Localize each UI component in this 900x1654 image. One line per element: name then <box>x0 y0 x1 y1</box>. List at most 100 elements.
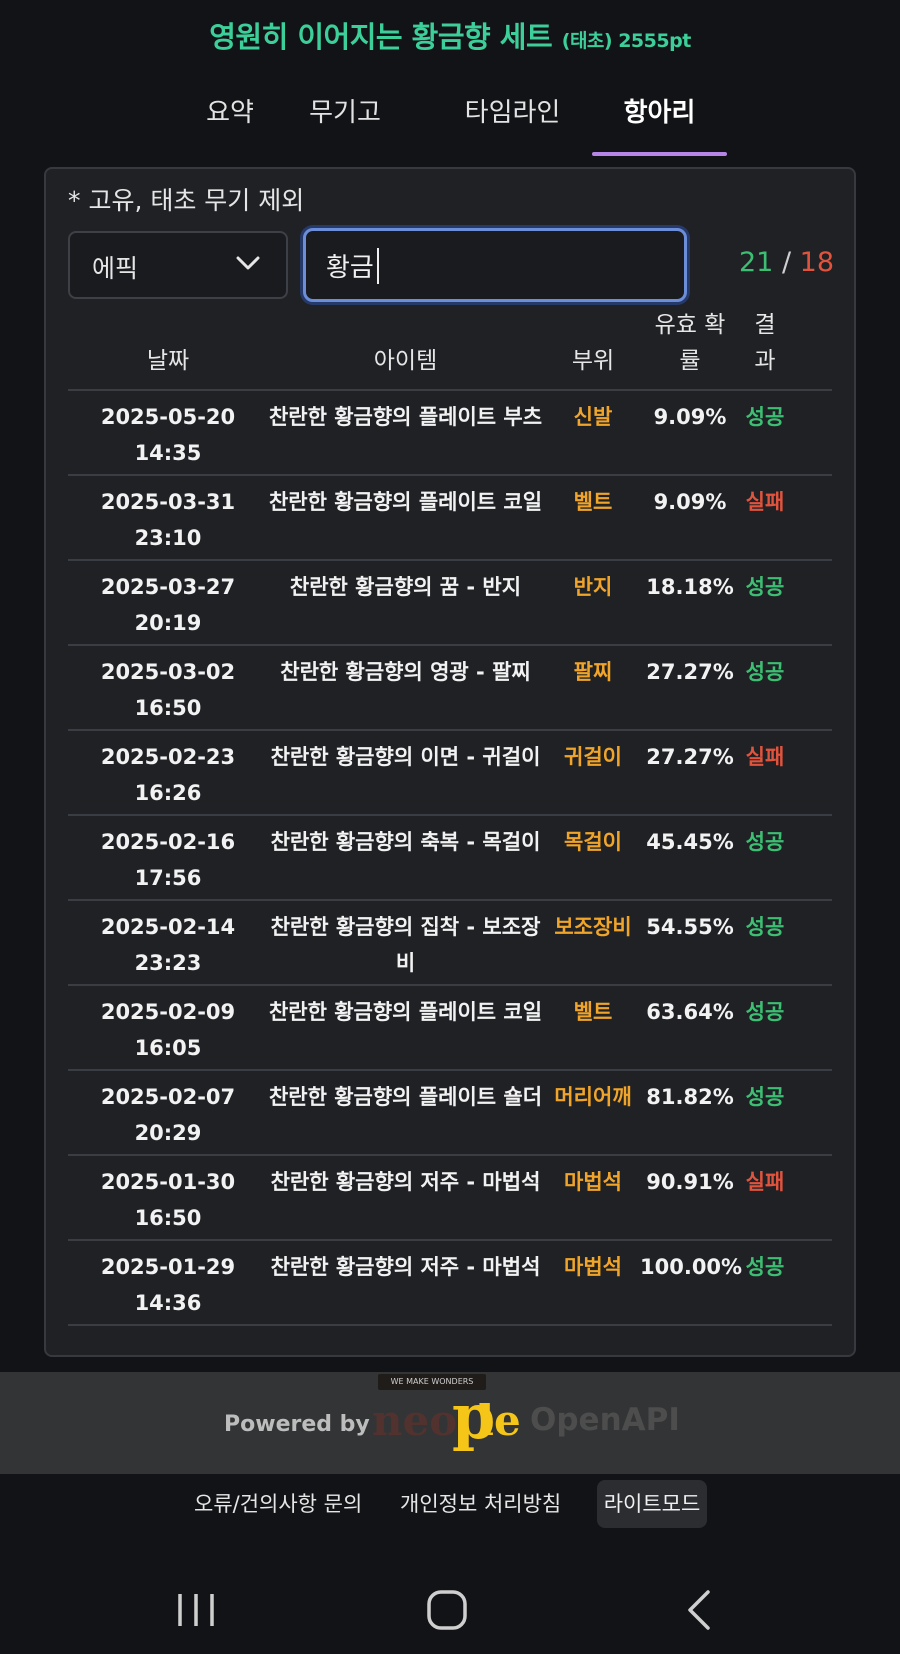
cell-date-day: 2025-03-02 <box>100 660 236 684</box>
cell-slot: 귀걸이 <box>564 745 622 769</box>
table-row: 2025-01-29 14:36 찬란한 황금향의 저주 - 마법석 마법석 100.0… <box>68 1241 832 1326</box>
cell-probability: 54.55% <box>646 915 734 939</box>
header-result-line2: 과 <box>754 348 776 374</box>
set-name: 영원히 이어지는 황금향 세트 <box>209 20 553 54</box>
cell-item: 찬란한 황금향의 영광 - 팔찌 <box>280 660 531 684</box>
cell-date-day: 2025-02-07 <box>100 1085 236 1109</box>
cell-result: 실패 <box>745 1170 785 1194</box>
cell-date: 2025-03-02 16:50 <box>68 654 268 726</box>
cell-slot: 벨트 <box>573 1000 613 1024</box>
cell-slot: 신발 <box>573 405 613 429</box>
table-row: 2025-02-14 23:23 찬란한 황금향의 집착 - 보조장비 보조장비 54.… <box>68 901 832 986</box>
search-field[interactable] <box>303 228 687 302</box>
search-input[interactable] <box>326 245 656 285</box>
cell-item: 찬란한 황금향의 축복 - 목걸이 <box>270 830 541 854</box>
cell-date-time: 23:10 <box>134 526 202 550</box>
cell-item: 찬란한 황금향의 집착 - 보조장비 <box>270 915 541 975</box>
cell-probability: 27.27% <box>646 660 734 684</box>
cell-date-time: 23:23 <box>134 951 202 975</box>
cell-slot: 보조장비 <box>554 915 632 939</box>
header-result-line1: 결 <box>754 312 776 338</box>
cell-date-time: 17:56 <box>134 866 202 890</box>
chevron-down-icon <box>236 256 260 270</box>
set-points: (태초) 2555pt <box>561 30 692 52</box>
header-result: 결 과 <box>740 307 790 379</box>
cell-date-day: 2025-03-31 <box>100 490 236 514</box>
cell-result: 성공 <box>745 405 785 429</box>
text-caret <box>377 248 379 284</box>
page-title: 영원히 이어지는 황금향 세트 (태초) 2555pt <box>0 14 900 56</box>
home-icon[interactable] <box>417 1580 477 1640</box>
neople-logo-neo: neo <box>372 1396 458 1445</box>
feedback-link[interactable]: 오류/건의사항 문의 <box>194 1488 362 1518</box>
cell-date-day: 2025-02-23 <box>100 745 236 769</box>
android-nav-bar <box>0 1560 900 1654</box>
cell-date-day: 2025-01-30 <box>100 1170 236 1194</box>
cell-slot: 마법석 <box>564 1255 622 1279</box>
count-separator: / <box>781 247 792 278</box>
cell-date-day: 2025-02-14 <box>100 915 236 939</box>
table-row: 2025-02-23 16:26 찬란한 황금향의 이면 - 귀걸이 귀걸이 27.27… <box>68 731 832 816</box>
tab-summary[interactable]: 요약 <box>180 86 280 156</box>
pot-panel: * 고유, 태초 무기 제외 에픽 21 / 18 날짜 아이템 부위 유효 확… <box>44 167 856 1357</box>
cell-result: 성공 <box>745 660 785 684</box>
recent-apps-icon[interactable] <box>166 1580 226 1640</box>
cell-result: 성공 <box>745 1000 785 1024</box>
tab-timeline[interactable]: 타임라인 <box>440 86 585 156</box>
header: 영원히 이어지는 황금향 세트 (태초) 2555pt <box>0 0 900 80</box>
table-row: 2025-01-30 16:50 찬란한 황금향의 저주 - 마법석 마법석 90.91… <box>68 1156 832 1241</box>
cell-probability: 27.27% <box>646 745 734 769</box>
cell-date: 2025-05-20 14:35 <box>68 399 268 471</box>
cell-date: 2025-01-30 16:50 <box>68 1164 268 1236</box>
tab-armory[interactable]: 무기고 <box>295 86 395 156</box>
table-body: 2025-05-20 14:35 찬란한 황금향의 플레이트 부츠 신발 9.09% 성공… <box>68 391 832 1326</box>
cell-probability: 9.09% <box>653 490 727 514</box>
cell-slot: 마법석 <box>564 1170 622 1194</box>
cell-probability: 100.00% <box>640 1255 743 1279</box>
cell-probability: 9.09% <box>653 405 727 429</box>
rarity-select[interactable]: 에픽 <box>68 231 288 299</box>
header-prob-line1: 유효 확 <box>654 312 726 338</box>
cell-date: 2025-02-09 16:05 <box>68 994 268 1066</box>
table-row: 2025-05-20 14:35 찬란한 황금향의 플레이트 부츠 신발 9.09% 성공 <box>68 391 832 476</box>
cell-slot: 팔찌 <box>573 660 613 684</box>
cell-date-time: 14:35 <box>134 441 202 465</box>
light-mode-button[interactable]: 라이트모드 <box>597 1480 707 1528</box>
cell-date: 2025-03-31 23:10 <box>68 484 268 556</box>
header-date: 날짜 <box>146 348 190 374</box>
cell-date-day: 2025-02-09 <box>100 1000 236 1024</box>
cell-date: 2025-02-23 16:26 <box>68 739 268 811</box>
openapi-logo-text: OpenAPI <box>530 1402 680 1438</box>
cell-probability: 81.82% <box>646 1085 734 1109</box>
cell-date-time: 16:50 <box>134 696 202 720</box>
footer-links: 오류/건의사항 문의 개인정보 처리방침 라이트모드 <box>0 1480 900 1530</box>
history-table: 날짜 아이템 부위 유효 확 률 결 과 2025-05-20 14:35 찬란한 … <box>68 307 832 1326</box>
fail-count: 18 <box>799 247 834 278</box>
cell-item: 찬란한 황금향의 플레이트 코일 <box>268 1000 543 1024</box>
powered-by-text: Powered by <box>224 1412 370 1437</box>
cell-slot: 벨트 <box>573 490 613 514</box>
cell-result: 성공 <box>745 830 785 854</box>
success-count: 21 <box>738 247 774 278</box>
cell-date-day: 2025-01-29 <box>100 1255 236 1279</box>
table-row: 2025-02-16 17:56 찬란한 황금향의 축복 - 목걸이 목걸이 45.45… <box>68 816 832 901</box>
cell-result: 실패 <box>745 745 785 769</box>
privacy-link[interactable]: 개인정보 처리방침 <box>400 1488 561 1518</box>
cell-date-time: 16:26 <box>134 781 202 805</box>
cell-date: 2025-02-07 20:29 <box>68 1079 268 1151</box>
tab-pot[interactable]: 항아리 <box>592 86 727 156</box>
back-icon[interactable] <box>670 1580 730 1640</box>
header-item: 아이템 <box>373 348 438 374</box>
cell-probability: 18.18% <box>646 575 734 599</box>
neople-logo-le: le <box>478 1396 521 1445</box>
cell-item: 찬란한 황금향의 저주 - 마법석 <box>270 1255 541 1279</box>
cell-date: 2025-02-16 17:56 <box>68 824 268 896</box>
result-count: 21 / 18 <box>739 247 834 278</box>
cell-item: 찬란한 황금향의 플레이트 부츠 <box>268 405 543 429</box>
cell-probability: 90.91% <box>646 1170 734 1194</box>
table-row: 2025-03-31 23:10 찬란한 황금향의 플레이트 코일 벨트 9.09% 실패 <box>68 476 832 561</box>
cell-slot: 머리어깨 <box>554 1085 632 1109</box>
table-row: 2025-02-09 16:05 찬란한 황금향의 플레이트 코일 벨트 63.64% 성… <box>68 986 832 1071</box>
cell-date-time: 20:29 <box>134 1121 202 1145</box>
cell-date-day: 2025-05-20 <box>100 405 236 429</box>
